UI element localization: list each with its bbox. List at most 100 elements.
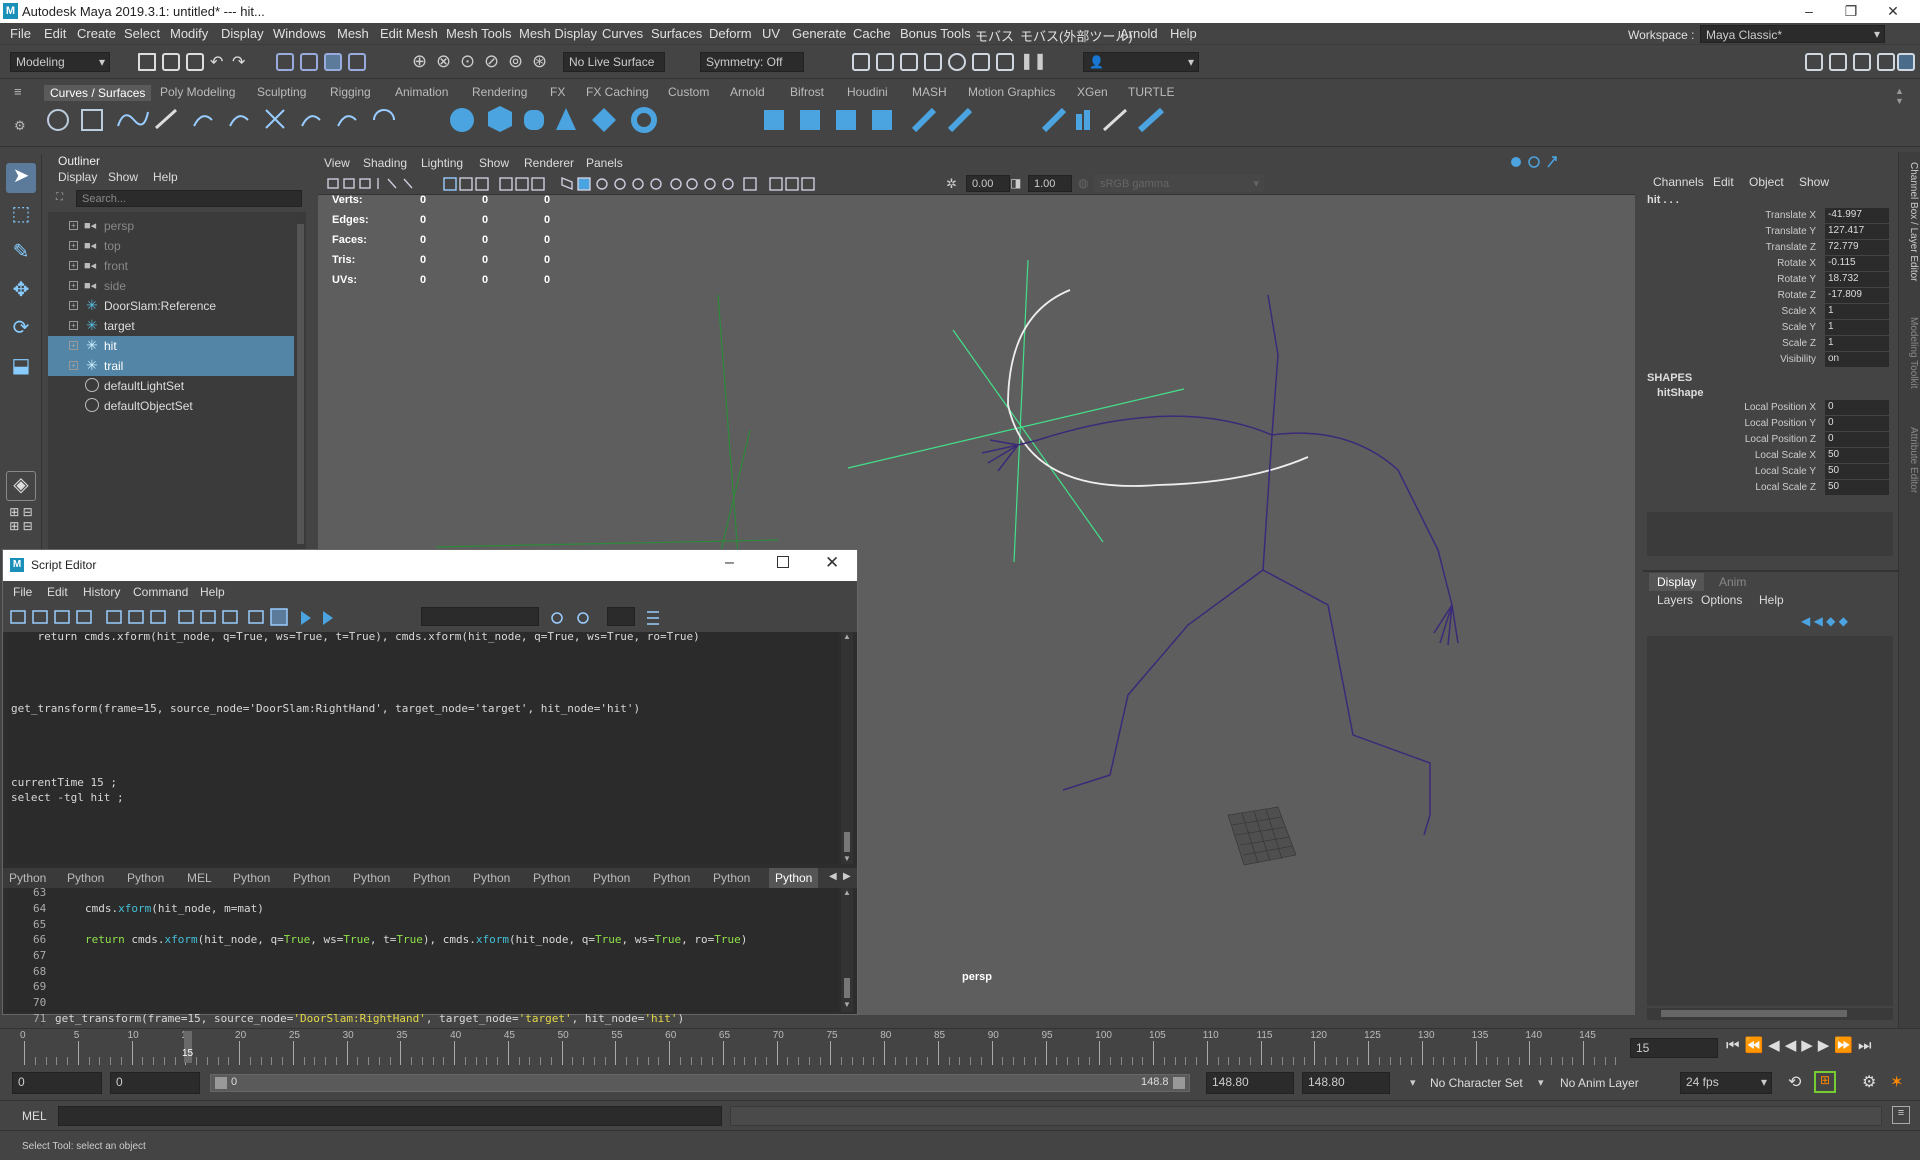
animation-start-field[interactable]: 0 xyxy=(12,1072,102,1094)
tab-scroll-left-icon[interactable]: ◀ xyxy=(829,871,837,882)
shelf-tab-houdini[interactable]: Houdini xyxy=(847,85,888,99)
exposure-icon[interactable]: ✲ xyxy=(946,176,957,192)
view-cube-icons[interactable] xyxy=(1504,152,1574,174)
script-maximize-button[interactable] xyxy=(777,556,789,568)
expand-icon[interactable]: + xyxy=(69,361,78,370)
layer-menu-help[interactable]: Help xyxy=(1759,593,1784,607)
menu-set-select[interactable]: Modeling ▾ xyxy=(10,52,110,72)
command-language-label[interactable]: MEL xyxy=(22,1109,47,1123)
rotate-tool-icon[interactable]: ⟳ xyxy=(6,315,36,345)
shelf-tab-rigging[interactable]: Rigging xyxy=(330,85,371,99)
layer-divider[interactable] xyxy=(1643,570,1898,572)
side-tab-channel-box[interactable]: Channel Box / Layer Editor xyxy=(1901,162,1919,312)
script-tab[interactable]: Python xyxy=(127,871,164,885)
animation-end-field[interactable]: 148.80 xyxy=(1302,1072,1390,1094)
select-tool-icon[interactable]: ➤ xyxy=(6,163,36,193)
script-tab[interactable]: Python xyxy=(67,871,104,885)
save-scene-icon[interactable] xyxy=(186,53,204,71)
menu-modelling-ext-jp[interactable]: モバス(外部ツール) xyxy=(1020,26,1133,45)
script-menu-edit[interactable]: Edit xyxy=(47,585,68,599)
new-scene-icon[interactable] xyxy=(138,53,156,71)
expand-icon[interactable]: + xyxy=(69,321,78,330)
character-set-dropdown-icon[interactable]: ▾ xyxy=(1410,1076,1416,1089)
outliner-item-persp[interactable]: + ■◂ persp xyxy=(48,216,294,236)
toggle-channel-box-icon[interactable] xyxy=(1877,53,1895,71)
channel-scale-x[interactable]: Scale X1 xyxy=(1643,304,1898,320)
anim-layer-select[interactable]: No Anim Layer xyxy=(1560,1076,1639,1090)
select-object-icon[interactable] xyxy=(300,53,318,71)
colorspace-select[interactable]: sRGB gamma ▾ xyxy=(1094,175,1264,192)
shelf-tab-mash[interactable]: MASH xyxy=(912,85,947,99)
outliner-item-default-light-set[interactable]: defaultLightSet xyxy=(48,376,294,396)
arnold-render-icon[interactable] xyxy=(972,53,990,71)
redo-icon[interactable]: ↷ xyxy=(232,52,245,72)
shelf-tab-fx-caching[interactable]: FX Caching xyxy=(586,85,649,99)
script-menu-history[interactable]: History xyxy=(83,585,120,599)
render-settings-icon[interactable] xyxy=(924,53,942,71)
fps-select[interactable]: 24 fps ▾ xyxy=(1680,1072,1772,1094)
current-time-field[interactable]: 15 xyxy=(1630,1038,1718,1058)
channel-menu-object[interactable]: Object xyxy=(1749,175,1784,189)
menu-mesh-display[interactable]: Mesh Display xyxy=(519,26,597,41)
playback-end-field[interactable]: 148.80 xyxy=(1206,1072,1294,1094)
menu-bonus-tools[interactable]: Bonus Tools xyxy=(900,26,971,41)
outliner-search-input[interactable]: Search... xyxy=(76,190,302,207)
outliner-item-front[interactable]: + ■◂ front xyxy=(48,256,294,276)
script-line-input[interactable] xyxy=(607,607,635,626)
script-toolbar-icons[interactable] xyxy=(9,608,669,628)
script-input-pane[interactable]: 63 64 65 66 67 68 69 70 71 72 73 cmds.xf… xyxy=(7,886,839,1056)
close-button[interactable]: ✕ xyxy=(1872,0,1914,23)
outliner-menu-help[interactable]: Help xyxy=(153,170,178,184)
shelf-tab-arnold[interactable]: Arnold xyxy=(730,85,765,99)
channel-translate-z[interactable]: Translate Z 72.779 xyxy=(1643,240,1898,256)
outliner-item-top[interactable]: + ■◂ top xyxy=(48,236,294,256)
outliner-filter-icon[interactable]: ⛶ xyxy=(56,192,66,206)
channel-menu-show[interactable]: Show xyxy=(1799,175,1829,189)
tab-scroll-right-icon[interactable]: ▶ xyxy=(843,871,851,882)
exposure-field[interactable]: 0.00 xyxy=(966,175,1010,192)
script-editor-icon[interactable]: ≡ xyxy=(1892,1106,1910,1124)
toggle-tool-settings-icon[interactable] xyxy=(1853,53,1871,71)
channel-local-position-y[interactable]: Local Position Y0 xyxy=(1643,416,1898,432)
shelf-settings-icon[interactable]: ⚙ xyxy=(14,118,26,134)
menu-windows[interactable]: Windows xyxy=(273,26,326,41)
menu-curves[interactable]: Curves xyxy=(602,26,643,41)
shelf-tab-curves-surfaces[interactable]: Curves / Surfaces xyxy=(44,85,152,101)
menu-modify[interactable]: Modify xyxy=(170,26,208,41)
time-ruler[interactable]: 0 5 10 15 20 25 30 35 40 45 50 55 60 65 70 75 80 85 90 95 10… xyxy=(20,1029,1624,1067)
outliner-item-trail[interactable]: + ✳ trail xyxy=(48,356,294,376)
paint-select-tool-icon[interactable]: ✎ xyxy=(6,239,36,269)
channel-menu-edit[interactable]: Edit xyxy=(1713,175,1734,189)
scale-tool-icon[interactable]: ⬓ xyxy=(6,353,36,383)
undo-icon[interactable]: ↶ xyxy=(210,52,223,72)
layer-tab-display[interactable]: Display xyxy=(1649,573,1705,591)
shelf-tab-motion-graphics[interactable]: Motion Graphics xyxy=(968,85,1055,99)
layer-hscrollbar[interactable] xyxy=(1647,1008,1893,1020)
snap-point-icon[interactable]: ⊙ xyxy=(460,51,475,72)
preferences-icon[interactable]: ⚙ xyxy=(1862,1072,1876,1092)
pause-icon[interactable]: ❚❚ xyxy=(1020,51,1047,71)
menu-arnold[interactable]: Arnold xyxy=(1120,26,1158,41)
auto-key-icon[interactable]: ⊞ xyxy=(1814,1071,1836,1093)
script-tab[interactable]: Python xyxy=(473,871,510,885)
outliner-item-default-object-set[interactable]: defaultObjectSet xyxy=(48,396,294,416)
menu-surfaces[interactable]: Surfaces xyxy=(651,26,702,41)
channel-scale-y[interactable]: Scale Y1 xyxy=(1643,320,1898,336)
live-surface-field[interactable]: No Live Surface xyxy=(563,52,665,72)
script-search-input[interactable] xyxy=(421,607,539,626)
open-scene-icon[interactable] xyxy=(162,53,180,71)
channel-rotate-y[interactable]: Rotate Y 18.732 xyxy=(1643,272,1898,288)
channel-local-scale-y[interactable]: Local Scale Y 50 xyxy=(1643,464,1898,480)
hypershade-icon[interactable] xyxy=(948,53,966,71)
range-slider[interactable]: 0 148.8 xyxy=(210,1074,1190,1092)
shelf-tab-turtle[interactable]: TURTLE xyxy=(1128,85,1174,99)
script-menu-file[interactable]: File xyxy=(13,585,32,599)
expand-icon[interactable]: + xyxy=(69,281,78,290)
shelf-tab-sculpting[interactable]: Sculpting xyxy=(257,85,306,99)
viewport-menu-panels[interactable]: Panels xyxy=(586,156,623,170)
snap-curve-icon[interactable]: ⊗ xyxy=(436,51,451,72)
viewport-menu-lighting[interactable]: Lighting xyxy=(421,156,463,170)
menu-edit-mesh[interactable]: Edit Mesh xyxy=(380,26,438,41)
menu-mesh-tools[interactable]: Mesh Tools xyxy=(446,26,512,41)
menu-modelling-jp[interactable]: モバス xyxy=(975,26,1014,45)
